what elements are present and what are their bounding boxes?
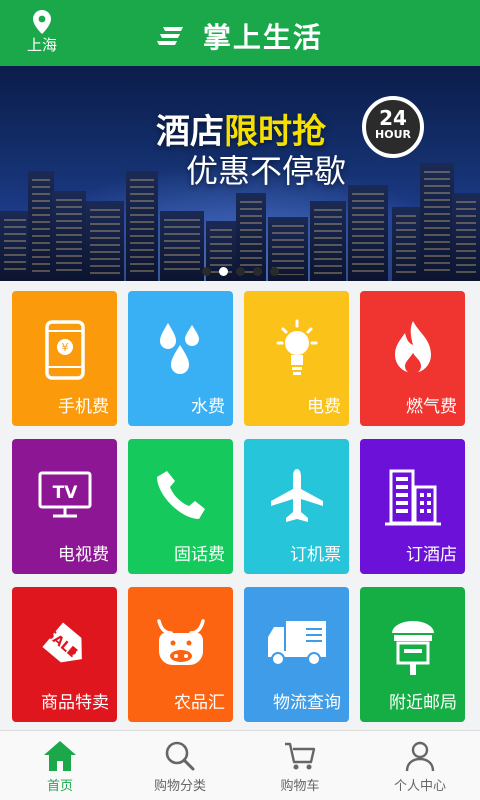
hotel-building-icon — [384, 469, 441, 526]
tile-label: 水费 — [191, 397, 225, 417]
tile-label: 电费 — [307, 397, 341, 417]
search-icon — [165, 741, 195, 771]
tile-gas-fee[interactable]: 燃气费 — [360, 291, 465, 426]
sale-tag-icon: SALE — [42, 622, 82, 663]
top-bar: 上海 掌上生活 — [0, 0, 480, 66]
cow-icon — [156, 619, 205, 665]
tile-label: 订机票 — [290, 545, 341, 565]
tile-label: 商品特卖 — [41, 693, 109, 713]
badge-number: 24 — [379, 106, 407, 130]
water-drops-icon — [159, 323, 199, 374]
tile-hotel-booking[interactable]: 订酒店 — [360, 439, 465, 574]
tile-nearby-post-office[interactable]: 附近邮局 — [360, 587, 465, 722]
svg-text:TV: TV — [52, 483, 78, 503]
carousel-dot[interactable] — [201, 267, 211, 276]
svg-text:¥: ¥ — [61, 341, 68, 354]
carousel-dot[interactable] — [269, 267, 279, 276]
tile-label: 燃气费 — [406, 397, 457, 417]
promo-banner[interactable]: 酒店限时抢 24 HOUR 优惠不停歇 — [0, 66, 480, 281]
badge-unit: HOUR — [375, 128, 411, 141]
tile-mobile-fee[interactable]: ¥ 手机费 — [12, 291, 117, 426]
tile-farm-products[interactable]: 农品汇 — [128, 587, 233, 722]
delivery-truck-icon — [267, 621, 326, 666]
nav-categories[interactable]: 购物分类 — [120, 731, 240, 800]
tile-label: 农品汇 — [174, 693, 225, 713]
carousel-dot-active[interactable] — [218, 267, 228, 276]
banner-subheadline: 优惠不停歇 — [186, 152, 347, 190]
carousel-indicator — [0, 261, 480, 280]
nav-label: 个人中心 — [393, 779, 446, 794]
nav-label: 购物分类 — [153, 779, 206, 794]
tv-icon: TV — [38, 471, 91, 518]
tile-logistics-tracking[interactable]: 物流查询 — [244, 587, 349, 722]
telephone-icon — [156, 471, 205, 519]
bottom-navigation: 首页 购物分类 购物车 个人中心 — [0, 730, 480, 800]
carousel-dot[interactable] — [252, 267, 262, 276]
nav-label: 首页 — [46, 779, 73, 794]
light-bulb-icon — [276, 319, 317, 375]
tile-electricity-fee[interactable]: 电费 — [244, 291, 349, 426]
carousel-dot[interactable] — [235, 267, 245, 276]
tile-flight-booking[interactable]: 订机票 — [244, 439, 349, 574]
nav-home[interactable]: 首页 — [0, 731, 120, 800]
nav-cart[interactable]: 购物车 — [240, 731, 360, 800]
tile-special-sale[interactable]: SALE 商品特卖 — [12, 587, 117, 722]
nav-profile[interactable]: 个人中心 — [360, 731, 480, 800]
cart-icon — [285, 742, 316, 770]
service-grid: ¥ 手机费 水费 电费 燃气费 TV 电视费 固话费 订机票 订酒店 SALE … — [12, 291, 468, 722]
mobile-phone-icon: ¥ — [44, 320, 85, 380]
mailbox-icon — [391, 621, 434, 675]
tile-label: 手机费 — [58, 397, 109, 417]
tile-label: 固话费 — [174, 545, 225, 565]
user-icon — [405, 741, 435, 772]
post-logo-icon — [157, 27, 184, 45]
24-hour-badge: 24 HOUR — [362, 96, 424, 158]
tile-label: 订酒店 — [406, 545, 457, 565]
app-title: 掌上生活 — [0, 16, 480, 56]
app-screen: 上海 掌上生活 酒店限时抢 24 HOUR 优惠不停歇 ¥ 手机费 水费 电费 … — [0, 0, 480, 800]
tile-landline-fee[interactable]: 固话费 — [128, 439, 233, 574]
tile-tv-fee[interactable]: TV 电视费 — [12, 439, 117, 574]
tile-label: 附近邮局 — [389, 693, 457, 713]
home-icon — [44, 741, 76, 771]
tile-label: 电视费 — [58, 545, 109, 565]
nav-label: 购物车 — [280, 779, 320, 794]
tile-label: 物流查询 — [273, 693, 341, 713]
flame-icon — [394, 321, 431, 374]
app-title-text: 掌上生活 — [202, 21, 323, 54]
airplane-icon — [270, 469, 323, 522]
tile-water-fee[interactable]: 水费 — [128, 291, 233, 426]
